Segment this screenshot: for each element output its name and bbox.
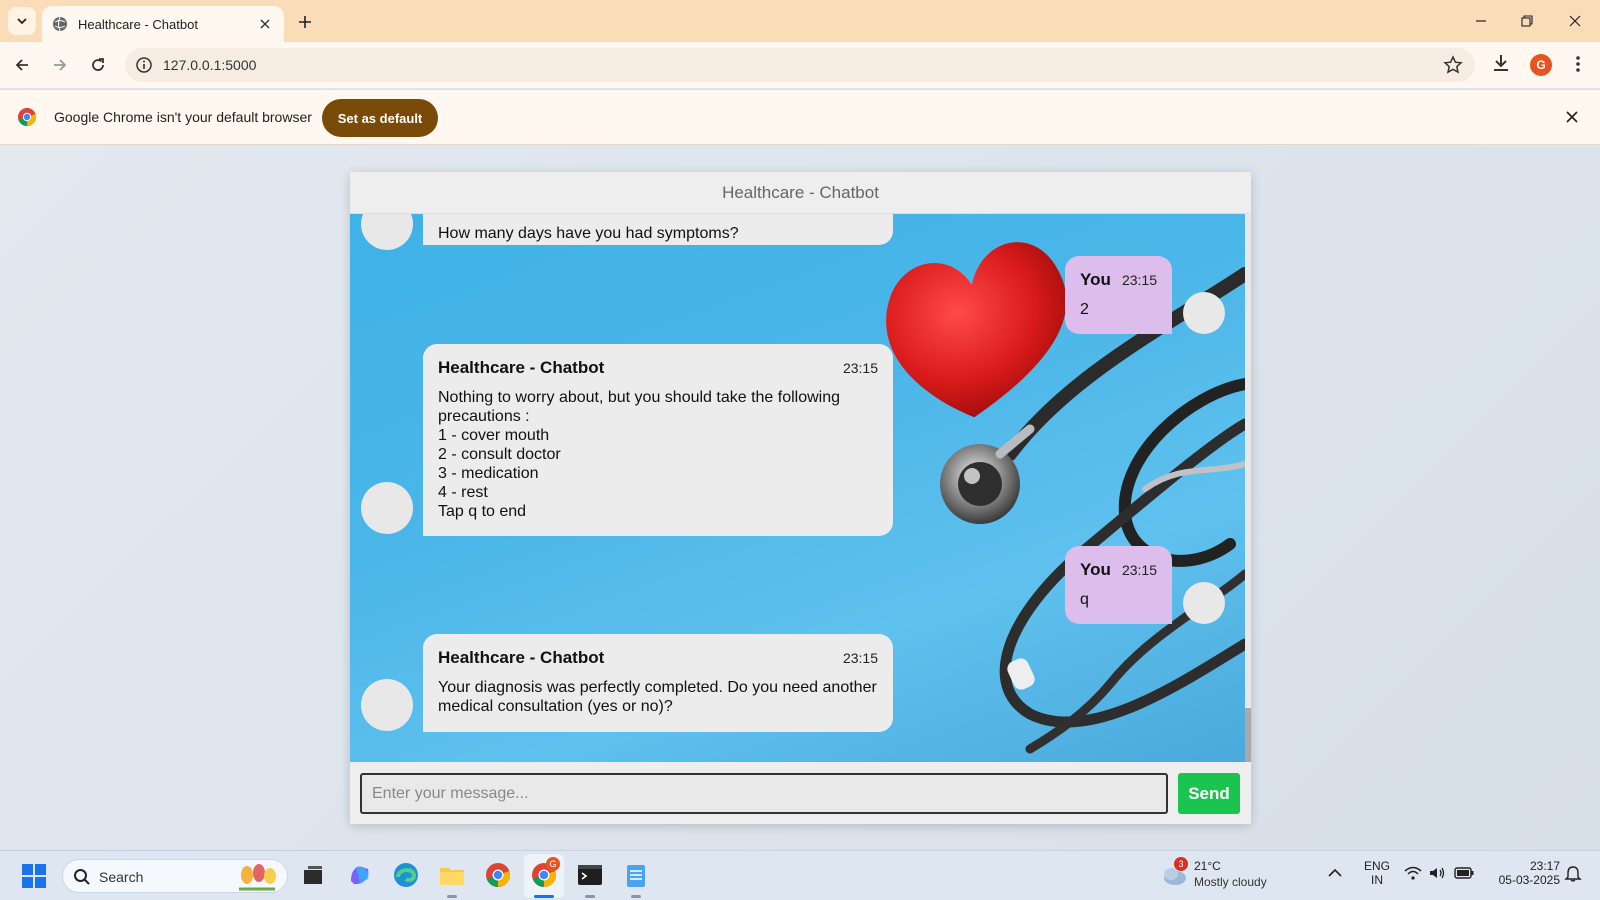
minimize-icon bbox=[1476, 20, 1486, 22]
message-time: 23:15 bbox=[842, 360, 878, 376]
close-icon bbox=[1569, 15, 1581, 27]
message-sender: Healthcare - Chatbot bbox=[438, 358, 605, 377]
user-message-bubble: You 23:15 2 bbox=[1065, 256, 1172, 334]
browser-menu-button[interactable] bbox=[1568, 52, 1588, 76]
bot-message-bubble: Healthcare - Chatbot 23:15 Your diagnosis… bbox=[423, 634, 893, 732]
url-text[interactable]: 127.0.0.1:5000 bbox=[163, 57, 256, 73]
default-browser-infobar: Google Chrome isn't your default browser… bbox=[0, 89, 1600, 145]
profile-avatar[interactable]: G bbox=[1530, 54, 1552, 76]
page-content: Healthcare - Chatbot How many days have … bbox=[0, 146, 1600, 850]
globe-icon bbox=[53, 16, 67, 32]
clock[interactable]: 23:17 05-03-2025 bbox=[1488, 859, 1560, 887]
copilot-icon[interactable] bbox=[346, 861, 374, 889]
chat-messages-area[interactable]: How many days have you had symptoms? You… bbox=[350, 214, 1245, 762]
chrome-icon[interactable] bbox=[484, 861, 512, 889]
chrome-logo-icon bbox=[18, 108, 37, 127]
tulip-decoration-icon bbox=[239, 864, 276, 891]
running-indicator bbox=[585, 895, 595, 898]
language-code: ENG bbox=[1363, 859, 1390, 873]
notepad-icon[interactable] bbox=[622, 861, 650, 889]
scrollbar-thumb[interactable] bbox=[1245, 708, 1251, 762]
tab-search-button[interactable] bbox=[8, 7, 36, 35]
reload-button[interactable] bbox=[84, 51, 112, 79]
chevron-down-icon bbox=[17, 18, 27, 25]
clock-date: 05-03-2025 bbox=[1498, 873, 1560, 887]
chrome-profile-badge: G bbox=[546, 857, 560, 871]
restore-icon bbox=[1521, 15, 1533, 27]
bot-message-text: Your diagnosis was perfectly completed. … bbox=[438, 679, 877, 715]
search-label: Search bbox=[99, 869, 144, 885]
search-icon bbox=[74, 869, 90, 885]
running-indicator bbox=[447, 895, 457, 898]
message-time: 23:15 bbox=[842, 650, 878, 666]
site-info-icon[interactable] bbox=[135, 56, 153, 74]
user-avatar bbox=[1183, 582, 1225, 624]
bot-message-text: How many days have you had symptoms? bbox=[438, 225, 739, 242]
volume-icon[interactable] bbox=[1428, 866, 1446, 880]
minimize-button[interactable] bbox=[1467, 8, 1495, 34]
set-as-default-button[interactable]: Set as default bbox=[322, 99, 438, 137]
plus-icon bbox=[299, 16, 311, 28]
chat-scrollbar[interactable] bbox=[1245, 214, 1251, 762]
user-message-text: q bbox=[1080, 591, 1089, 608]
region-code: IN bbox=[1371, 873, 1383, 887]
bot-message-bubble: Healthcare - Chatbot 23:15 Nothing to wor… bbox=[423, 344, 893, 536]
language-indicator[interactable]: ENG IN bbox=[1362, 859, 1392, 887]
weather-condition: Mostly cloudy bbox=[1194, 875, 1267, 889]
message-time: 23:15 bbox=[1121, 272, 1157, 288]
more-vertical-icon bbox=[1576, 56, 1580, 72]
chat-input-bar: Send bbox=[350, 762, 1251, 824]
message-sender: You bbox=[1080, 560, 1111, 579]
close-window-button[interactable] bbox=[1561, 8, 1589, 34]
address-bar[interactable]: 127.0.0.1:5000 bbox=[125, 48, 1475, 82]
browser-title-bar: Healthcare - Chatbot bbox=[0, 0, 1600, 42]
bot-message-text: Nothing to worry about, but you should t… bbox=[438, 389, 841, 520]
chat-header: Healthcare - Chatbot bbox=[350, 172, 1251, 214]
user-message-bubble: You 23:15 q bbox=[1065, 546, 1172, 624]
windows-taskbar: Search G 3 21°C Mostly cloudy ENG IN 23:… bbox=[0, 850, 1600, 900]
browser-toolbar: 127.0.0.1:5000 bbox=[0, 42, 1600, 88]
bot-avatar bbox=[361, 679, 413, 731]
taskbar-search[interactable]: Search bbox=[62, 859, 288, 893]
restore-button[interactable] bbox=[1513, 8, 1541, 34]
forward-button[interactable] bbox=[46, 51, 74, 79]
reload-icon bbox=[92, 58, 104, 71]
show-hidden-icons-icon[interactable] bbox=[1328, 868, 1342, 878]
battery-icon[interactable] bbox=[1454, 866, 1474, 880]
tab-title: Healthcare - Chatbot bbox=[78, 16, 198, 32]
weather-alert-badge: 3 bbox=[1174, 857, 1188, 871]
message-sender: You bbox=[1080, 270, 1111, 289]
message-time: 23:15 bbox=[1121, 562, 1157, 578]
clock-time: 23:17 bbox=[1529, 859, 1560, 873]
bot-avatar bbox=[361, 482, 413, 534]
message-sender: Healthcare - Chatbot bbox=[438, 648, 605, 667]
infobar-close-button[interactable] bbox=[1562, 107, 1582, 127]
forward-arrow-icon bbox=[54, 59, 67, 71]
back-button[interactable] bbox=[8, 51, 36, 79]
message-input[interactable] bbox=[360, 773, 1168, 814]
task-view-icon[interactable] bbox=[299, 861, 327, 889]
send-button[interactable]: Send bbox=[1178, 773, 1240, 814]
new-tab-button[interactable] bbox=[292, 9, 318, 35]
user-message-text: 2 bbox=[1080, 301, 1089, 318]
terminal-icon[interactable] bbox=[576, 861, 604, 889]
infobar-message: Google Chrome isn't your default browser bbox=[54, 109, 312, 125]
notification-bell-icon[interactable] bbox=[1564, 865, 1582, 883]
windows-start-icon[interactable] bbox=[20, 862, 48, 890]
running-indicator bbox=[631, 895, 641, 898]
file-explorer-icon[interactable] bbox=[438, 861, 466, 889]
weather-temperature: 21°C bbox=[1194, 859, 1221, 873]
bot-message-bubble: How many days have you had symptoms? bbox=[423, 214, 893, 245]
bookmark-star-icon[interactable] bbox=[1443, 55, 1463, 75]
chat-window: Healthcare - Chatbot How many days have … bbox=[350, 172, 1251, 824]
close-icon bbox=[1566, 111, 1578, 123]
edge-icon[interactable] bbox=[392, 861, 420, 889]
user-avatar bbox=[1183, 292, 1225, 334]
back-arrow-icon bbox=[15, 59, 28, 71]
wifi-icon[interactable] bbox=[1404, 866, 1422, 880]
browser-tab[interactable]: Healthcare - Chatbot bbox=[42, 6, 284, 42]
active-indicator bbox=[534, 895, 554, 898]
close-tab-icon[interactable] bbox=[256, 15, 274, 33]
download-icon[interactable] bbox=[1490, 52, 1512, 74]
